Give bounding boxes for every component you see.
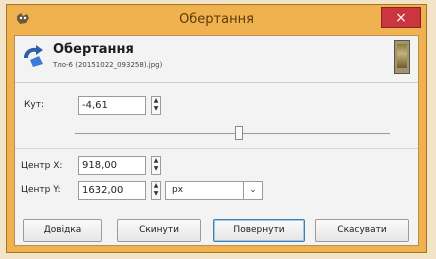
rotate-icon bbox=[24, 45, 43, 67]
unit-select[interactable]: px ⌄ bbox=[165, 181, 263, 200]
window-title: Обертання bbox=[179, 12, 254, 27]
unit-value: px bbox=[172, 185, 184, 195]
spin-up-icon[interactable]: ▲ bbox=[152, 157, 160, 165]
center-x-input[interactable]: 918,00 bbox=[78, 156, 146, 175]
center-y-label: Центр Y: bbox=[21, 185, 61, 195]
angle-slider-handle[interactable] bbox=[234, 126, 243, 140]
spin-down-icon[interactable]: ▼ bbox=[152, 105, 160, 113]
dialog-content: Обертання Тло-6 (20151022_093258).jpg) К… bbox=[14, 35, 419, 246]
image-thumbnail bbox=[394, 40, 410, 74]
spin-up-icon[interactable]: ▲ bbox=[152, 182, 160, 190]
close-icon: × bbox=[395, 10, 407, 26]
cancel-button[interactable]: Скасувати bbox=[315, 219, 409, 242]
image-name: Тло-6 (20151022_093258).jpg) bbox=[53, 61, 163, 69]
rotate-dialog-window: Обертання × Обертання Тло-6 (20151022_09… bbox=[6, 4, 427, 253]
angle-spinner[interactable]: ▲ ▼ bbox=[151, 96, 161, 115]
close-button[interactable]: × bbox=[381, 7, 421, 28]
angle-label: Кут: bbox=[24, 100, 44, 110]
dialog-title: Обертання bbox=[53, 42, 134, 57]
dialog-header: Обертання Тло-6 (20151022_093258).jpg) bbox=[15, 36, 418, 83]
spin-up-icon[interactable]: ▲ bbox=[152, 97, 160, 105]
separator bbox=[15, 148, 418, 149]
title-bar[interactable]: Обертання × bbox=[7, 5, 426, 35]
angle-input[interactable]: -4,61 bbox=[78, 96, 146, 115]
rotate-button[interactable]: Повернути bbox=[213, 219, 305, 242]
help-button[interactable]: Довідка bbox=[23, 219, 102, 242]
angle-slider-track[interactable] bbox=[75, 133, 390, 134]
center-y-input[interactable]: 1632,00 bbox=[78, 181, 146, 200]
chevron-down-icon[interactable]: ⌄ bbox=[243, 182, 262, 199]
spin-down-icon[interactable]: ▼ bbox=[152, 165, 160, 173]
spin-down-icon[interactable]: ▼ bbox=[152, 190, 160, 198]
center-x-label: Центр X: bbox=[21, 161, 63, 171]
reset-button[interactable]: Скинути bbox=[117, 219, 201, 242]
center-x-spinner[interactable]: ▲ ▼ bbox=[151, 156, 161, 175]
center-y-spinner[interactable]: ▲ ▼ bbox=[151, 181, 161, 200]
